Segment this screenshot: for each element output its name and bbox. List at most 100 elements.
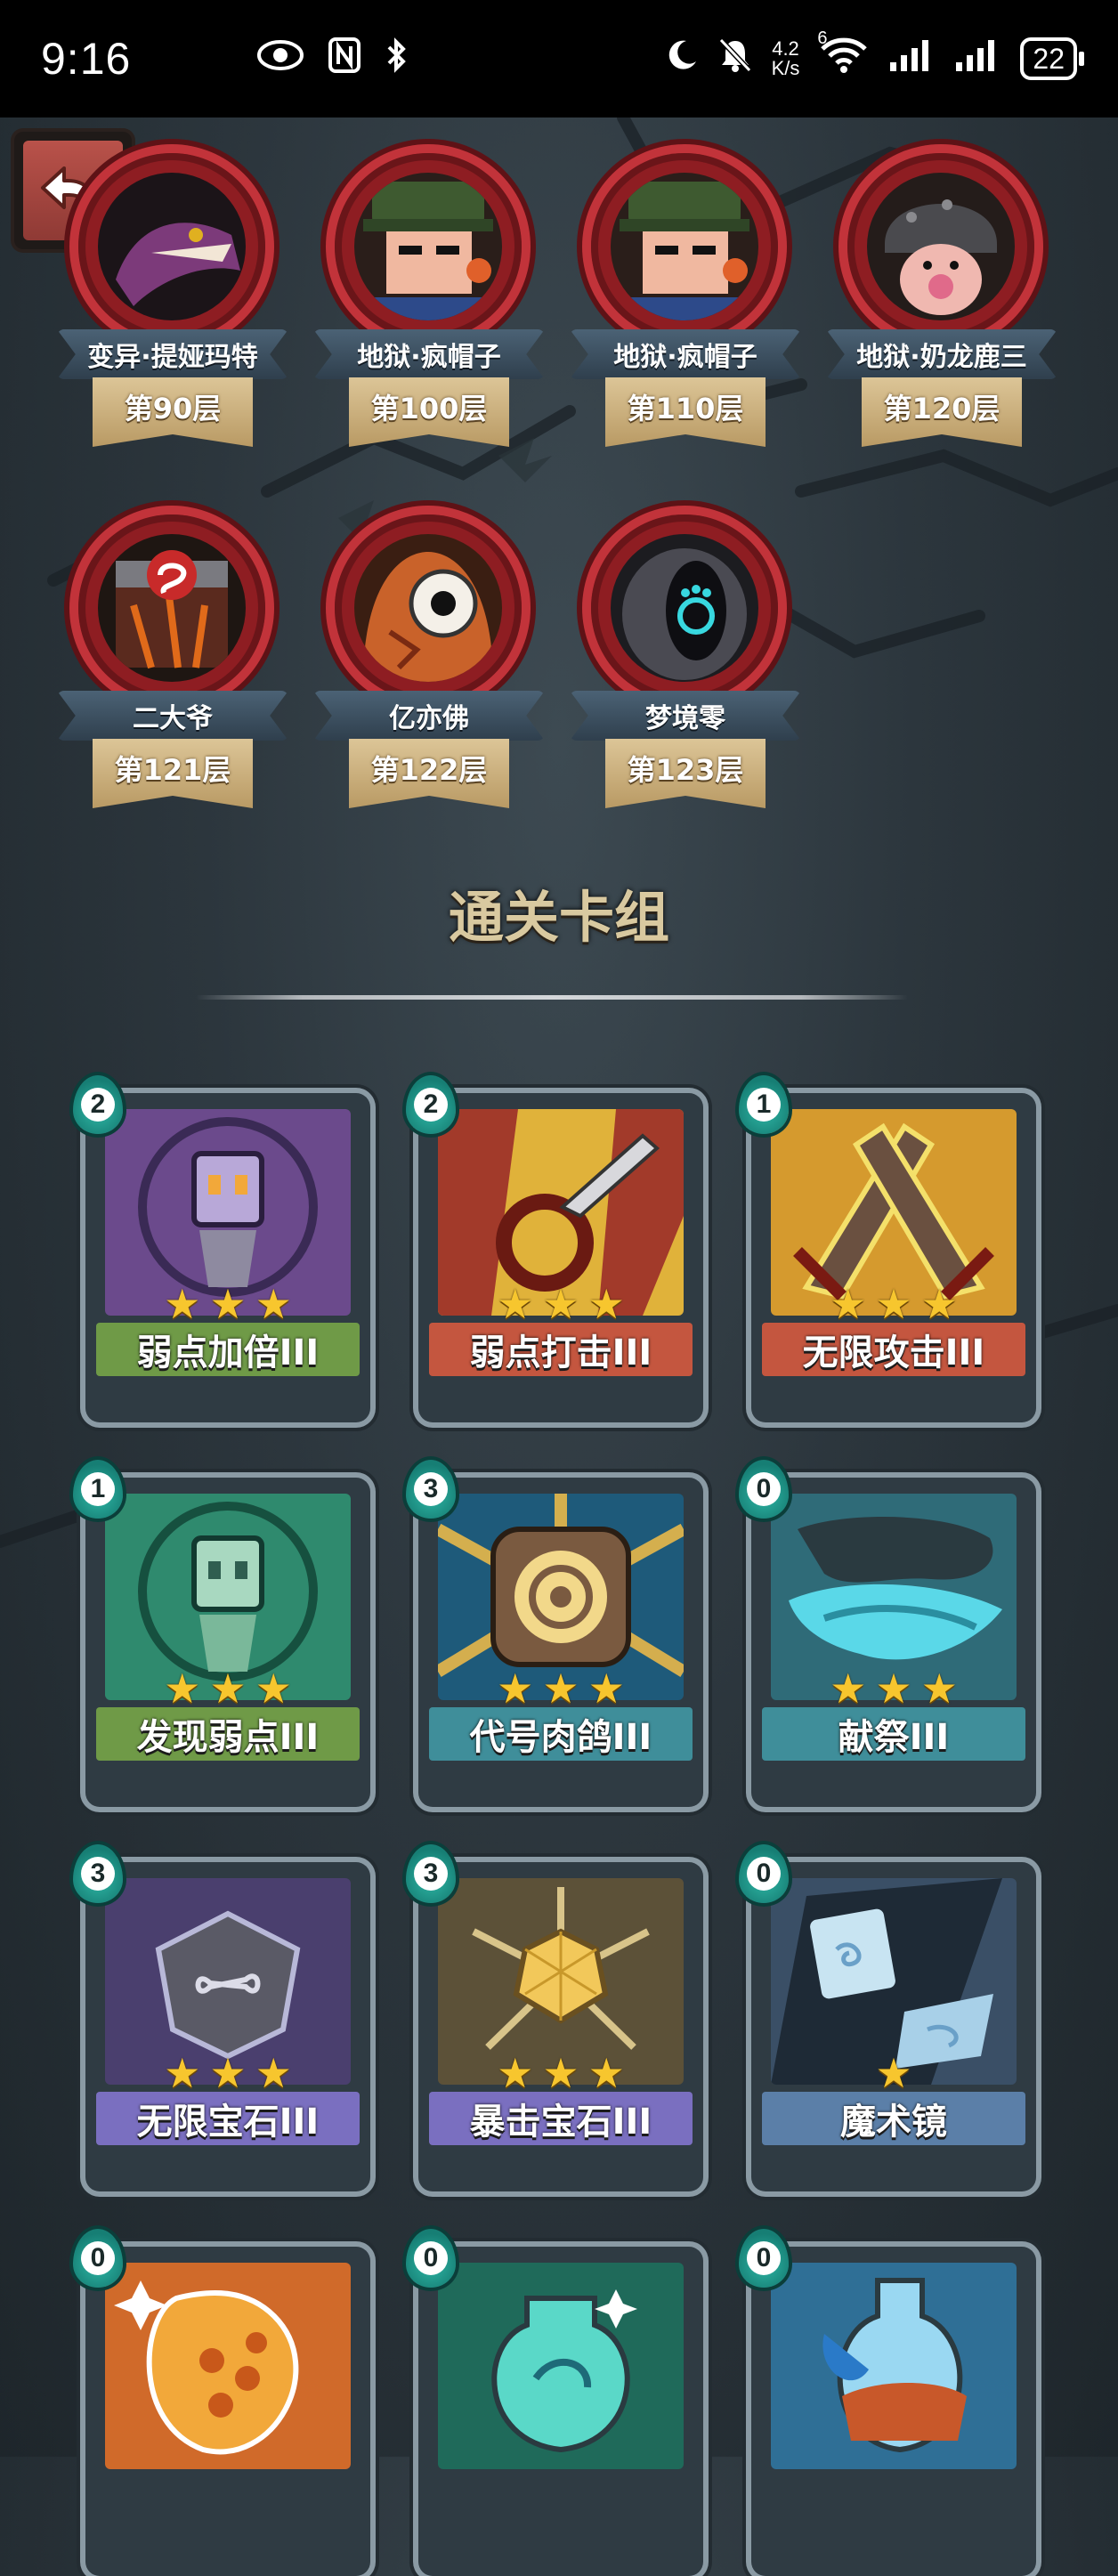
card-name: 无限宝石III	[96, 2092, 360, 2145]
battery-level: 22	[1033, 43, 1065, 75]
boss-portrait-frame	[78, 153, 265, 340]
card-art	[771, 2263, 1017, 2469]
star-icon: ★	[587, 1665, 625, 1713]
boss-medal[interactable]: 地狱·疯帽子 第100层	[313, 153, 545, 527]
boss-medal[interactable]: 梦境零 第123层	[570, 514, 801, 888]
star-icon: ★	[542, 1665, 579, 1713]
card-item[interactable]: ★ 魔术镜 0	[739, 1844, 1045, 2191]
boss-name: 地狱·疯帽子	[313, 329, 545, 379]
card-cost: 2	[414, 1088, 448, 1122]
boss-floor: 第121层	[93, 739, 253, 808]
energy-cost-icon: 2	[406, 1075, 456, 1134]
boss-medal[interactable]: 二大爷 第121层	[57, 514, 288, 888]
boss-floor: 第123层	[605, 739, 766, 808]
star-icon: ★	[209, 1665, 247, 1713]
star-icon: ★	[920, 1280, 958, 1328]
section-divider	[196, 995, 908, 1000]
star-icon: ★	[255, 2049, 292, 2097]
boss-portrait	[867, 173, 1015, 320]
boss-portrait-frame	[591, 514, 778, 701]
bell-off-icon	[718, 37, 752, 80]
star-icon: ★	[255, 1280, 292, 1328]
star-icon: ★	[875, 1665, 912, 1713]
status-bar: 9:16 4.2 K/s 6 22	[0, 0, 1118, 117]
star-icon: ★	[542, 2049, 579, 2097]
card-item[interactable]: ★ ★ ★ 暴击宝石III 3	[406, 1844, 712, 2191]
star-icon: ★	[587, 1280, 625, 1328]
energy-cost-icon: 0	[739, 2229, 789, 2288]
net-speed: 4.2 K/s	[772, 39, 800, 78]
star-icon: ★	[875, 2049, 912, 2097]
card-item[interactable]: ★ ★ ★ 发现弱点III 1	[73, 1460, 379, 1807]
card-stars: ★ ★ ★	[105, 1282, 351, 1326]
boss-portrait	[98, 534, 246, 682]
card-name: 献祭III	[762, 1707, 1025, 1761]
star-icon: ★	[164, 2049, 201, 2097]
wifi-badge: 6	[817, 28, 828, 48]
card-stars: ★	[771, 2051, 1017, 2095]
star-icon: ★	[497, 1280, 534, 1328]
eye-icon	[257, 39, 304, 78]
card-stars: ★ ★ ★	[771, 1666, 1017, 1711]
star-icon: ★	[209, 1280, 247, 1328]
card-stars: ★ ★ ★	[438, 2051, 684, 2095]
card-stars: ★ ★ ★	[105, 2051, 351, 2095]
star-icon: ★	[920, 1665, 958, 1713]
card-cost: 0	[81, 2241, 115, 2275]
boss-portrait	[98, 173, 246, 320]
card-cost: 3	[414, 1472, 448, 1506]
boss-medal[interactable]: 地狱·奶龙鹿三 第120层	[826, 153, 1057, 527]
energy-cost-icon: 1	[73, 1460, 123, 1519]
battery-icon: 22	[1020, 37, 1084, 80]
star-icon: ★	[587, 2049, 625, 2097]
boss-floor: 第110层	[605, 377, 766, 447]
net-speed-unit: K/s	[771, 57, 800, 79]
card-name: 发现弱点III	[96, 1707, 360, 1761]
card-item[interactable]: ★ ★ ★ 弱点打击III 2	[406, 1075, 712, 1422]
energy-cost-icon: 3	[406, 1460, 456, 1519]
card-cost: 0	[747, 1472, 781, 1506]
boss-name: 地狱·奶龙鹿三	[826, 329, 1057, 379]
boss-name: 亿亦佛	[313, 691, 545, 741]
star-icon: ★	[209, 2049, 247, 2097]
star-icon: ★	[830, 1665, 867, 1713]
boss-portrait-frame	[335, 153, 522, 340]
card-name: 暴击宝石III	[429, 2092, 693, 2145]
boss-portrait	[611, 173, 758, 320]
card-stars: ★ ★ ★	[438, 1666, 684, 1711]
energy-cost-icon: 3	[406, 1844, 456, 1903]
boss-name: 二大爷	[57, 691, 288, 741]
energy-cost-icon: 3	[73, 1844, 123, 1903]
boss-name: 梦境零	[570, 691, 801, 741]
card-item[interactable]: ★ ★ ★ 代号肉鸽III 3	[406, 1460, 712, 1807]
card-name: 弱点加倍III	[96, 1323, 360, 1376]
card-item[interactable]: ★ ★ ★ 弱点加倍III 2	[73, 1075, 379, 1422]
boss-medal[interactable]: 地狱·疯帽子 第110层	[570, 153, 801, 527]
net-speed-value: 4.2	[772, 37, 799, 60]
boss-medal[interactable]: 亿亦佛 第122层	[313, 514, 545, 888]
boss-medal[interactable]: 变异·提娅玛特 第90层	[57, 153, 288, 527]
card-art	[105, 2263, 351, 2469]
card-item[interactable]: 0	[739, 2229, 1045, 2576]
card-item[interactable]: ★ ★ ★ 无限宝石III 3	[73, 1844, 379, 2191]
card-item[interactable]: ★ ★ ★ 无限攻击III 1	[739, 1075, 1045, 1422]
star-icon: ★	[875, 1280, 912, 1328]
boss-name: 地狱·疯帽子	[570, 329, 801, 379]
card-stars: ★ ★ ★	[438, 1282, 684, 1326]
boss-portrait-frame	[847, 153, 1034, 340]
card-item[interactable]: ★ ★ ★ 献祭III 0	[739, 1460, 1045, 1807]
card-name: 弱点打击III	[429, 1323, 693, 1376]
boss-portrait-frame	[78, 514, 265, 701]
status-time: 9:16	[41, 34, 132, 84]
card-cost: 1	[747, 1088, 781, 1122]
card-item[interactable]: 0	[73, 2229, 379, 2576]
energy-cost-icon: 0	[739, 1844, 789, 1903]
boss-floor: 第100层	[349, 377, 509, 447]
card-item[interactable]: 0	[406, 2229, 712, 2576]
boss-portrait	[354, 173, 502, 320]
energy-cost-icon: 0	[73, 2229, 123, 2288]
card-cost: 1	[81, 1472, 115, 1506]
signal-icon	[888, 37, 935, 80]
card-cost: 3	[81, 1857, 115, 1891]
boss-portrait-frame	[591, 153, 778, 340]
